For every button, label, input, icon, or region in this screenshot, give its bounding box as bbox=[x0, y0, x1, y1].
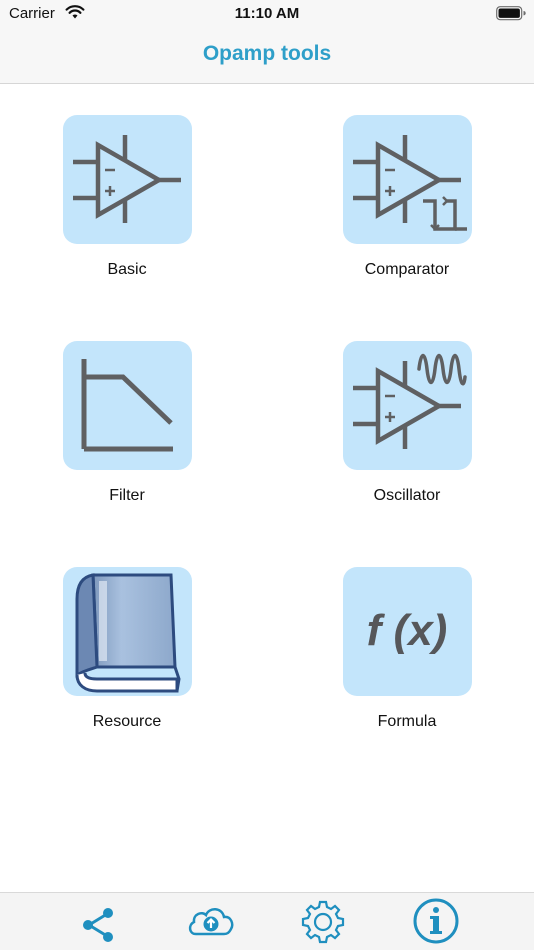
tile-label: Filter bbox=[109, 487, 145, 504]
opamp-icon bbox=[73, 135, 181, 223]
tile-resource[interactable]: Resource bbox=[37, 567, 217, 730]
status-bar: Carrier 11:10 AM bbox=[0, 0, 534, 28]
tile-filter-icon-box[interactable] bbox=[63, 341, 192, 470]
tile-comparator[interactable]: Comparator bbox=[317, 115, 497, 278]
page-title: Opamp tools bbox=[202, 42, 332, 65]
tile-filter[interactable]: Filter bbox=[37, 341, 217, 504]
tile-label: Comparator bbox=[364, 261, 450, 278]
info-button[interactable] bbox=[406, 893, 466, 950]
function-icon: f (x) bbox=[367, 606, 448, 655]
tile-label: Oscillator bbox=[373, 487, 441, 504]
tile-oscillator-icon-box[interactable] bbox=[343, 341, 472, 470]
formula-glyph: f (x) bbox=[367, 606, 448, 655]
book-icon bbox=[75, 573, 181, 693]
settings-button[interactable] bbox=[293, 893, 353, 950]
tile-formula-icon-box[interactable]: f (x) bbox=[343, 567, 472, 696]
navigation-bar: Opamp tools bbox=[0, 28, 534, 84]
settings-gear-icon bbox=[301, 900, 345, 944]
tile-comparator-icon-box[interactable] bbox=[343, 115, 472, 244]
tile-resource-icon-box[interactable] bbox=[63, 567, 192, 696]
filter-response-icon bbox=[81, 359, 173, 452]
tile-label: Resource bbox=[92, 713, 162, 730]
tile-formula[interactable]: f (x) Formula bbox=[317, 567, 497, 730]
share-icon bbox=[83, 908, 113, 942]
bottom-toolbar bbox=[0, 892, 534, 950]
tile-oscillator[interactable]: Oscillator bbox=[317, 341, 497, 504]
comparator-icon bbox=[353, 135, 467, 231]
tile-basic-icon-box[interactable] bbox=[63, 115, 192, 244]
oscillator-icon bbox=[353, 353, 467, 449]
cloud-upload-icon bbox=[188, 908, 234, 936]
tile-label: Basic bbox=[107, 261, 147, 278]
cloud-upload-button[interactable] bbox=[181, 893, 241, 950]
battery-icon bbox=[496, 6, 526, 21]
clock: 11:10 AM bbox=[234, 5, 300, 22]
tile-label: Formula bbox=[377, 713, 437, 730]
info-icon bbox=[413, 898, 459, 944]
share-button[interactable] bbox=[68, 893, 128, 950]
tile-basic[interactable]: Basic bbox=[37, 115, 217, 278]
